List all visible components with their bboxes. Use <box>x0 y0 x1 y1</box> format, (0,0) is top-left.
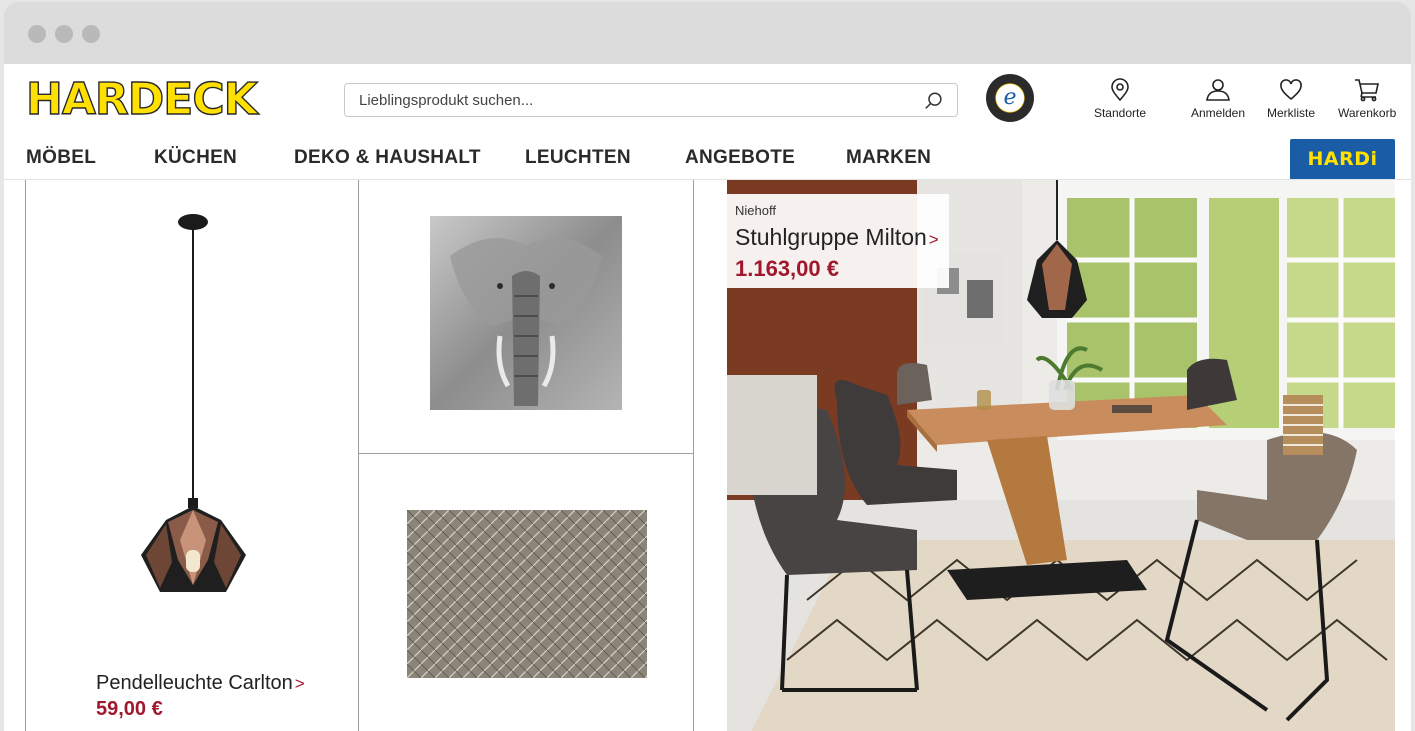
header-merkliste[interactable]: Merkliste <box>1266 78 1316 120</box>
cart-icon <box>1355 79 1379 102</box>
site-header: HARDECK e Standorte Anmelden <box>4 64 1411 180</box>
elephant-painting-image <box>430 216 622 410</box>
nav-angebote[interactable]: ANGEBOTE <box>685 147 795 169</box>
window-maximize-dot[interactable] <box>82 25 100 43</box>
standorte-label: Standorte <box>1093 106 1147 120</box>
user-icon <box>1206 79 1230 101</box>
browser-window: HARDECK e Standorte Anmelden <box>4 2 1411 731</box>
product-card-teppich[interactable] <box>359 454 694 731</box>
warenkorb-label: Warenkorb <box>1338 106 1397 120</box>
main-navigation: MÖBEL KÜCHEN DEKO & HAUSHALT LEUCHTEN AN… <box>4 146 1411 180</box>
product-card-elephant-painting[interactable] <box>359 180 694 454</box>
product-name[interactable]: Stuhlgruppe Milton > <box>735 224 939 251</box>
chevron-right-icon: > <box>928 230 939 249</box>
search-input[interactable] <box>345 84 915 116</box>
product-name[interactable]: Pendelleuchte Carlton > <box>96 672 305 695</box>
product-card-pendelleuchte[interactable]: Pendelleuchte Carlton > 59,00 € <box>25 180 359 731</box>
nav-marken[interactable]: MARKEN <box>846 147 931 169</box>
browser-titlebar <box>4 2 1411 64</box>
product-price: 59,00 € <box>96 698 163 720</box>
search-icon[interactable] <box>923 90 945 112</box>
product-teaser-grid: Pendelleuchte Carlton > 59,00 € Niehoff … <box>4 180 1411 731</box>
nav-kuechen[interactable]: KÜCHEN <box>154 147 237 169</box>
pendant-lamp-image <box>141 214 246 592</box>
hero-teaser-stuhlgruppe[interactable]: Niehoff Stuhlgruppe Milton > 1.163,00 € <box>727 180 1395 731</box>
header-standorte[interactable]: Standorte <box>1092 78 1148 120</box>
header-anmelden[interactable]: Anmelden <box>1190 78 1246 120</box>
hero-info-box: Niehoff Stuhlgruppe Milton > 1.163,00 € <box>727 194 949 288</box>
chevron-right-icon: > <box>294 674 305 693</box>
window-minimize-dot[interactable] <box>55 25 73 43</box>
heart-icon <box>1280 79 1302 101</box>
nav-moebel[interactable]: MÖBEL <box>26 147 96 169</box>
trusted-shops-e-icon: e <box>996 84 1024 112</box>
nav-leuchten[interactable]: LEUCHTEN <box>525 147 631 169</box>
merkliste-label: Merkliste <box>1266 106 1315 120</box>
search-box[interactable] <box>344 83 958 117</box>
anmelden-label: Anmelden <box>1190 106 1246 120</box>
nav-deko-haushalt[interactable]: DEKO & HAUSHALT <box>294 147 481 169</box>
window-close-dot[interactable] <box>28 25 46 43</box>
header-warenkorb[interactable]: Warenkorb <box>1338 78 1396 120</box>
rug-image <box>407 510 647 678</box>
hardi-button[interactable]: HARDi <box>1290 139 1395 179</box>
product-price: 1.163,00 € <box>735 256 839 281</box>
location-pin-icon <box>1111 78 1129 102</box>
product-brand: Niehoff <box>735 203 776 218</box>
hardeck-logo[interactable]: HARDECK <box>25 77 258 122</box>
trusted-shops-badge[interactable]: e <box>986 74 1034 122</box>
